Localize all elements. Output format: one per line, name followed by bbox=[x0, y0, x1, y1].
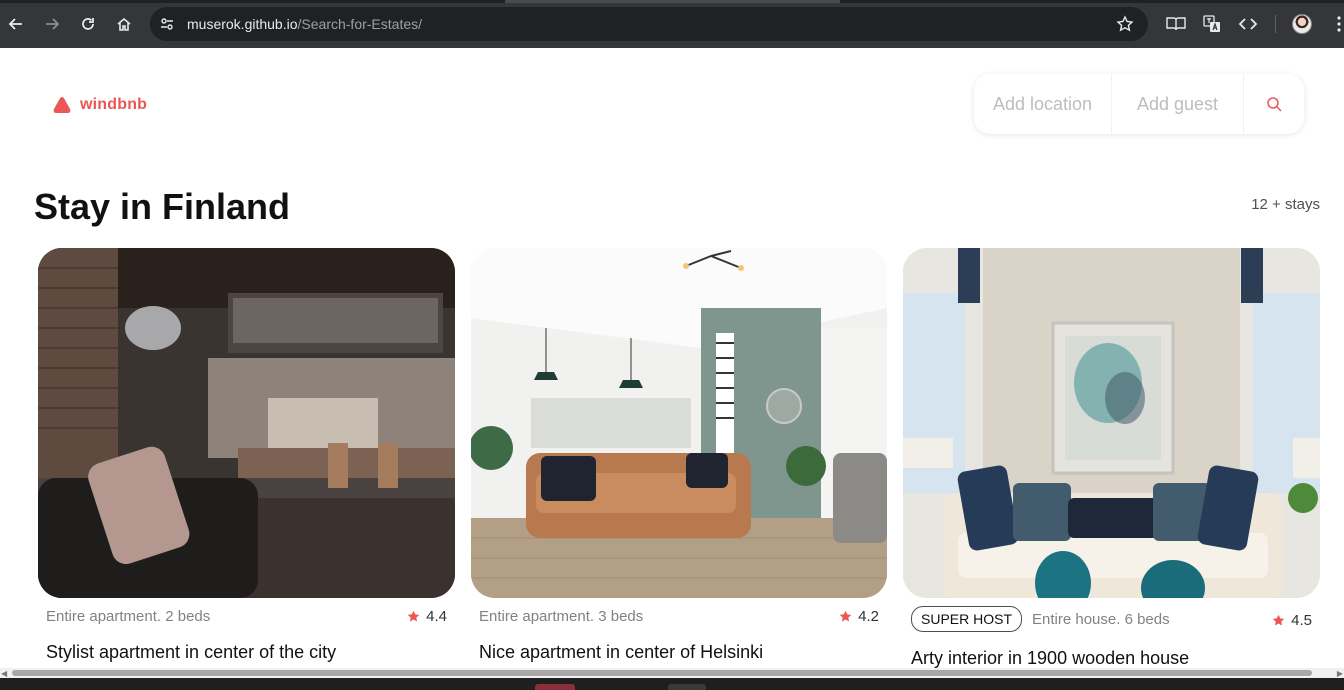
rating: 4.4 bbox=[407, 608, 447, 625]
forward-icon[interactable] bbox=[40, 12, 64, 36]
location-field[interactable]: Add location bbox=[974, 74, 1112, 134]
address-bar[interactable]: muserok.github.io/Search-for-Estates/ bbox=[150, 7, 1148, 41]
scrollbar-thumb[interactable] bbox=[12, 670, 1312, 676]
search-button[interactable] bbox=[1244, 74, 1304, 134]
back-icon[interactable] bbox=[4, 12, 28, 36]
logo-icon bbox=[53, 97, 71, 113]
stay-card[interactable]: Entire apartment. 3 beds 4.2 Nice apartm… bbox=[471, 248, 887, 662]
scroll-right-icon[interactable]: ▶ bbox=[1337, 669, 1343, 678]
bookmark-star-icon[interactable] bbox=[1116, 15, 1134, 33]
stay-photo[interactable] bbox=[38, 248, 455, 598]
stay-type: Entire apartment. 2 beds bbox=[46, 608, 210, 625]
brand-name: windbnb bbox=[80, 96, 148, 113]
reload-icon[interactable] bbox=[76, 12, 100, 36]
rating-value: 4.2 bbox=[858, 608, 879, 625]
star-icon bbox=[839, 610, 852, 622]
search-icon bbox=[1267, 97, 1282, 112]
scroll-left-icon[interactable]: ◀ bbox=[1, 669, 7, 678]
translate-icon[interactable] bbox=[1200, 12, 1224, 36]
toolbar-divider bbox=[1275, 15, 1276, 33]
stays-count: 12 + stays bbox=[1251, 196, 1320, 213]
stay-type: Entire apartment. 3 beds bbox=[479, 608, 643, 625]
stay-photo[interactable] bbox=[471, 248, 887, 598]
code-icon[interactable] bbox=[1236, 12, 1260, 36]
url-text: muserok.github.io/Search-for-Estates/ bbox=[187, 16, 422, 32]
rating-value: 4.5 bbox=[1291, 612, 1312, 629]
reading-mode-icon[interactable] bbox=[1164, 12, 1188, 36]
horizontal-scrollbar[interactable]: ◀ ▶ bbox=[0, 668, 1344, 678]
super-host-badge: SUPER HOST bbox=[911, 606, 1023, 632]
stay-title[interactable]: Arty interior in 1900 wooden house bbox=[911, 648, 1189, 669]
guest-field[interactable]: Add guest bbox=[1112, 74, 1244, 134]
active-tab[interactable] bbox=[505, 0, 840, 3]
profile-avatar[interactable] bbox=[1292, 14, 1312, 34]
stay-card[interactable]: Entire apartment. 2 beds 4.4 Stylist apa… bbox=[38, 248, 455, 662]
stay-card[interactable]: SUPER HOST Entire house. 6 beds 4.5 Arty… bbox=[903, 248, 1320, 668]
more-menu-icon[interactable] bbox=[1334, 14, 1344, 34]
stay-type-text: Entire house. 6 beds bbox=[1032, 610, 1170, 628]
stay-type: SUPER HOST Entire house. 6 beds bbox=[911, 606, 1170, 632]
rating: 4.2 bbox=[839, 608, 879, 625]
stay-type-text: Entire apartment. 3 beds bbox=[479, 608, 644, 625]
url-host: muserok.github.io bbox=[187, 16, 298, 32]
tab-strip bbox=[0, 0, 1344, 3]
stay-title[interactable]: Stylist apartment in center of the city bbox=[46, 642, 336, 663]
search-bar: Add location Add guest bbox=[974, 74, 1304, 134]
home-icon[interactable] bbox=[112, 12, 136, 36]
star-icon bbox=[1272, 614, 1285, 626]
taskbar bbox=[0, 678, 1344, 690]
stay-photo[interactable] bbox=[903, 248, 1320, 598]
stay-type-text: Entire apartment. 2 beds bbox=[46, 608, 211, 625]
taskbar-app-icon[interactable] bbox=[535, 684, 575, 690]
url-path: /Search-for-Estates/ bbox=[297, 16, 423, 32]
page-title: Stay in Finland bbox=[34, 186, 291, 227]
stay-title[interactable]: Nice apartment in center of Helsinki bbox=[479, 642, 763, 663]
rating-value: 4.4 bbox=[426, 608, 447, 625]
taskbar-app-icon[interactable] bbox=[668, 684, 706, 690]
rating: 4.5 bbox=[1272, 612, 1312, 629]
browser-toolbar: muserok.github.io/Search-for-Estates/ bbox=[0, 0, 1344, 48]
site-info-icon[interactable] bbox=[159, 16, 175, 32]
star-icon bbox=[407, 610, 420, 622]
brand-logo[interactable]: windbnb bbox=[52, 96, 147, 114]
